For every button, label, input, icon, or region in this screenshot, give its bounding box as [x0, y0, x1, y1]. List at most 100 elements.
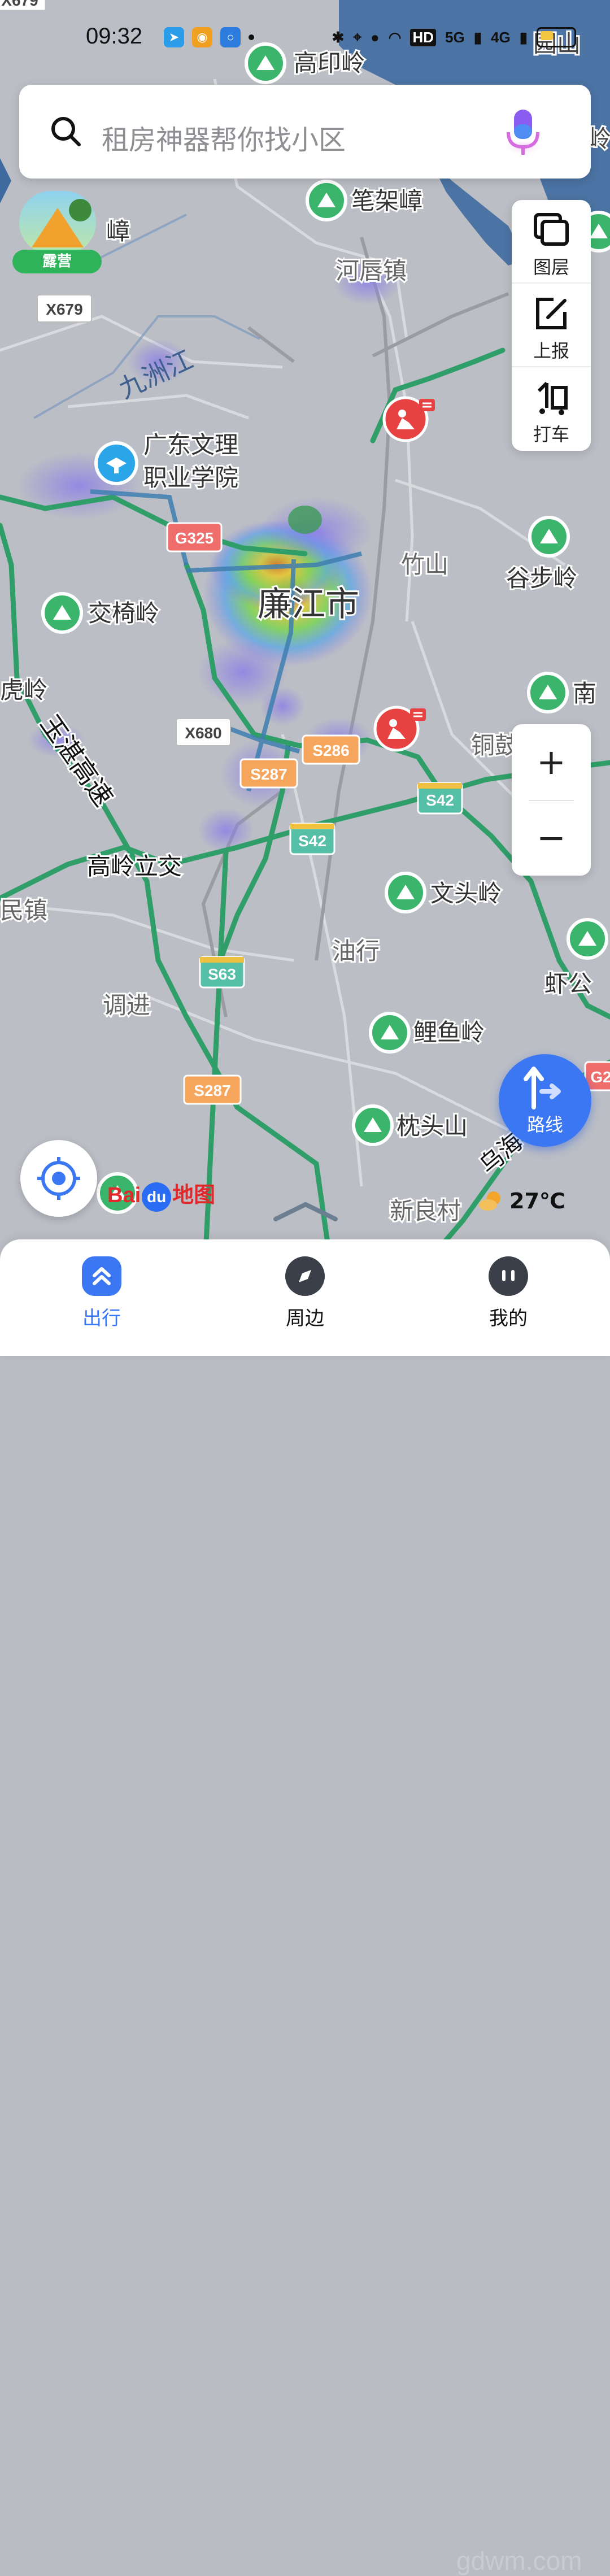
drawer-handle-icon[interactable] — [272, 1200, 339, 1222]
road-shield-g325: G325 — [166, 522, 223, 552]
crosshair-icon — [37, 1157, 80, 1200]
label-nan: 南 — [573, 680, 596, 707]
status-system-icons: ✱ ⌖ ● ◠ HD 5G ▮ 4G ▮ — [332, 27, 576, 47]
taxi-button[interactable]: 打车 — [512, 367, 591, 450]
locate-button[interactable] — [20, 1140, 97, 1217]
mountain-pin — [385, 872, 426, 913]
report-button[interactable]: 上报 — [512, 284, 591, 367]
report-label: 上报 — [533, 340, 569, 362]
dot-icon — [249, 34, 254, 40]
label-xinliangcun: 新良村 — [390, 1197, 461, 1225]
label-huling: 虎岭 — [0, 676, 47, 704]
label-hechunzhen: 河唇镇 — [336, 257, 407, 285]
label-liyuling: 鲤鱼岭 — [413, 1019, 485, 1046]
search-icon — [51, 117, 81, 146]
road-shield-x679: X679 — [37, 294, 92, 323]
svg-text:S42: S42 — [426, 791, 454, 809]
school-pin-icon — [94, 441, 138, 485]
partly-cloudy-icon — [479, 1191, 500, 1211]
svg-text:S42: S42 — [298, 832, 326, 850]
tab-nearby[interactable]: 周边 — [249, 1256, 361, 1330]
label-zhushan: 竹山 — [401, 551, 448, 578]
signal-icon: ▮ — [473, 28, 482, 46]
taxi-icon — [537, 381, 568, 415]
svg-text:G2: G2 — [590, 1068, 610, 1086]
baidu-logo: Bai du 地图 — [107, 1177, 215, 1212]
travel-icon — [82, 1256, 121, 1296]
layers-label: 图层 — [533, 256, 569, 278]
mountain-pin — [41, 592, 83, 634]
road-shield-s63: S63 — [199, 956, 245, 989]
mountain-pin — [352, 1104, 394, 1146]
network-5g: 5G — [445, 28, 465, 46]
tab-nearby-label: 周边 — [286, 1307, 324, 1330]
label-zhang: 嶂 — [106, 217, 130, 245]
layers-button[interactable]: 图层 — [512, 200, 591, 284]
label-lianjiang-city: 廉江市 — [258, 585, 359, 624]
tab-mine[interactable]: 我的 — [452, 1256, 565, 1330]
network-4g: 4G — [491, 28, 511, 46]
weather-widget[interactable]: 27℃ — [479, 1189, 565, 1213]
svg-text:S286: S286 — [312, 742, 349, 759]
road-shield-s42: S42 — [417, 782, 463, 815]
microphone-icon[interactable] — [500, 107, 546, 158]
zoom-control: + − — [512, 724, 591, 876]
wifi-icon: ◠ — [388, 28, 402, 46]
status-notification-icons: ➤ ◉ ○ — [164, 27, 254, 47]
label-youhang: 油行 — [332, 937, 380, 965]
route-label: 路线 — [526, 1114, 563, 1135]
label-ling-top-right: 岭 — [587, 125, 610, 153]
label-minzhen: 民镇 — [0, 897, 47, 924]
label-xiagong: 虾公 — [544, 970, 592, 998]
bottom-nav: 出行 周边 我的 gdwm.com — [0, 1239, 610, 2575]
label-gubuling: 谷步岭 — [506, 564, 577, 592]
label-tiaojin: 调进 — [103, 991, 150, 1019]
status-time: 09:32 — [86, 24, 143, 49]
label-jiaoyiling: 交椅岭 — [88, 599, 159, 627]
label-gd-college-1: 广东文理 — [143, 431, 238, 459]
svg-text:S63: S63 — [208, 965, 236, 983]
zoom-in-button[interactable]: + — [512, 724, 591, 800]
road-shield-s287: S287 — [183, 1074, 242, 1105]
watermark: gdwm.com — [456, 2546, 582, 2575]
svg-text:X679: X679 — [46, 301, 82, 318]
svg-text:S287: S287 — [250, 765, 287, 783]
road-shield-s287: S287 — [239, 758, 298, 789]
camping-tent-icon — [19, 191, 96, 254]
zoom-out-button[interactable]: − — [512, 800, 591, 876]
mountain-pin — [527, 672, 569, 713]
search-bar[interactable]: 租房神器帮你找小区 — [19, 85, 591, 179]
location-icon: ⌖ — [353, 28, 362, 45]
mountain-pin — [369, 1012, 411, 1054]
svg-text:S287: S287 — [194, 1082, 230, 1099]
mountain-pin — [528, 516, 570, 558]
route-arrow-icon — [524, 1067, 561, 1109]
road-shield-s42: S42 — [289, 823, 336, 855]
mountain-pin — [306, 180, 347, 221]
signal-icon: ▮ — [519, 28, 528, 46]
map-tools-panel: 图层 上报 打车 — [512, 200, 591, 451]
profile-icon — [489, 1256, 528, 1296]
weibo-icon: ◉ — [192, 27, 212, 47]
label-zhentoushan: 枕头山 — [396, 1112, 468, 1140]
tab-travel[interactable]: 出行 — [45, 1256, 158, 1330]
weather-temperature: 27℃ — [509, 1189, 565, 1213]
camping-label: 露营 — [12, 250, 102, 273]
edit-report-icon — [536, 298, 567, 329]
bluetooth-icon: ✱ — [332, 28, 345, 46]
route-button[interactable]: 路线 — [499, 1054, 591, 1147]
telegram-icon: ➤ — [164, 27, 184, 47]
status-bar: 09:32 ➤ ◉ ○ ✱ ⌖ ● ◠ HD 5G ▮ 4G ▮ — [0, 0, 610, 79]
tab-mine-label: 我的 — [489, 1307, 528, 1330]
road-shield-s286: S286 — [302, 734, 360, 765]
camping-badge[interactable]: 露营 — [12, 191, 102, 276]
battery-icon — [537, 27, 576, 47]
layers-icon — [534, 213, 569, 246]
search-placeholder: 租房神器帮你找小区 — [102, 124, 346, 156]
label-bijiazhang: 笔架嶂 — [351, 187, 422, 215]
compass-icon — [285, 1256, 325, 1296]
svg-text:X680: X680 — [185, 724, 221, 742]
taxi-label: 打车 — [533, 424, 569, 445]
microphone-status-icon: ● — [371, 28, 380, 46]
label-gaolinglijiao: 高岭立交 — [87, 852, 182, 880]
